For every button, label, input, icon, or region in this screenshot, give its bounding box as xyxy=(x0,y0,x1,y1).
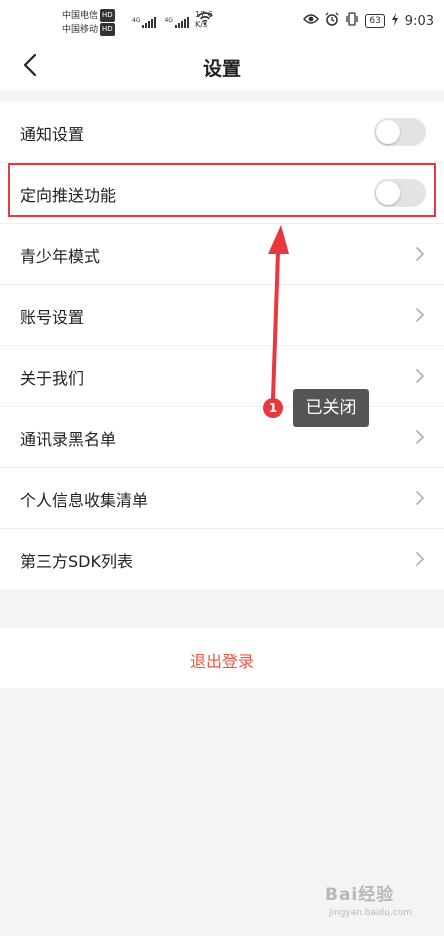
signal-icon: 4G xyxy=(132,17,157,28)
chevron-right-icon xyxy=(416,491,424,505)
page-title: 设置 xyxy=(202,58,241,80)
watermark-sub: jingyan.baidu.com xyxy=(329,908,413,918)
settings-item-notification[interactable]: 通知设置 xyxy=(0,102,444,163)
battery-icon: 63 xyxy=(365,14,385,28)
net-speed-unit: K/s xyxy=(195,20,208,29)
settings-list: 通知设置 定向推送功能 青少年模式 账号设置 关于我们 通讯录黑名单 个人信息收… xyxy=(0,102,444,589)
settings-item-label: 定向推送功能 xyxy=(20,186,117,205)
step-badge: 1 xyxy=(263,398,283,418)
eye-icon xyxy=(303,13,320,29)
settings-item-personal-info-list[interactable]: 个人信息收集清单 xyxy=(0,468,444,529)
toggle-knob xyxy=(376,120,400,144)
settings-item-label: 关于我们 xyxy=(20,369,85,388)
net-type: 4G xyxy=(164,17,173,24)
settings-item-teen-mode[interactable]: 青少年模式 xyxy=(0,224,444,285)
carrier-1: 中国电信 xyxy=(62,11,99,21)
settings-item-account[interactable]: 账号设置 xyxy=(0,285,444,346)
net-speed-value: 17.6 xyxy=(195,10,213,19)
tooltip-closed: 已关闭 xyxy=(293,389,369,427)
settings-item-label: 个人信息收集清单 xyxy=(20,491,149,510)
status-right: 63 9:03 xyxy=(303,12,434,30)
settings-item-about[interactable]: 关于我们 xyxy=(0,346,444,407)
alarm-icon xyxy=(325,12,339,30)
watermark-main: Bai经验 xyxy=(325,885,395,905)
clock-time: 9:03 xyxy=(404,13,434,29)
settings-item-label: 第三方SDK列表 xyxy=(20,552,133,571)
chevron-right-icon xyxy=(416,369,424,383)
nav-bar: 设置 xyxy=(0,40,444,90)
chevron-right-icon xyxy=(416,552,424,566)
targeted-push-toggle[interactable] xyxy=(374,179,426,207)
notification-toggle[interactable] xyxy=(374,118,426,146)
net-type: 4G xyxy=(132,17,141,24)
logout-label: 退出登录 xyxy=(189,652,254,671)
carrier-info: 中国电信 HD 中国移动 HD xyxy=(62,9,115,37)
settings-item-label: 通知设置 xyxy=(20,125,85,144)
settings-item-label: 账号设置 xyxy=(20,308,85,327)
chevron-right-icon xyxy=(416,308,424,322)
status-bar: 中国电信 HD 中国移动 HD 4G 4G 17.6 K/s 63 9:03 xyxy=(0,0,444,40)
toggle-knob xyxy=(376,181,400,205)
signal-icon: 4G xyxy=(164,17,189,28)
charging-icon xyxy=(391,12,399,30)
settings-item-label: 通讯录黑名单 xyxy=(20,430,117,449)
battery-level: 63 xyxy=(369,16,381,26)
chevron-right-icon xyxy=(416,430,424,444)
settings-item-targeted-push[interactable]: 定向推送功能 xyxy=(0,163,444,224)
chevron-right-icon xyxy=(416,247,424,261)
vibrate-icon xyxy=(345,12,359,30)
logout-button[interactable]: 退出登录 xyxy=(0,628,444,688)
settings-item-contact-blacklist[interactable]: 通讯录黑名单 xyxy=(0,407,444,468)
carrier-2: 中国移动 xyxy=(62,25,99,35)
hd-badge: HD xyxy=(100,9,115,22)
hd-badge: HD xyxy=(100,23,115,36)
settings-item-third-party-sdk[interactable]: 第三方SDK列表 xyxy=(0,529,444,589)
settings-item-label: 青少年模式 xyxy=(20,247,101,266)
watermark: Bai经验 jingyan.baidu.com xyxy=(325,880,435,928)
net-speed: 17.6 K/s xyxy=(195,10,213,30)
